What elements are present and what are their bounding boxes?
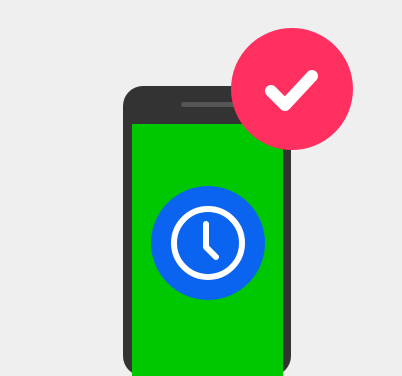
clock-badge (151, 186, 265, 300)
clock-icon (171, 206, 245, 280)
success-badge (231, 28, 353, 150)
checkmark-icon (265, 70, 318, 111)
phone-screen (132, 124, 283, 376)
